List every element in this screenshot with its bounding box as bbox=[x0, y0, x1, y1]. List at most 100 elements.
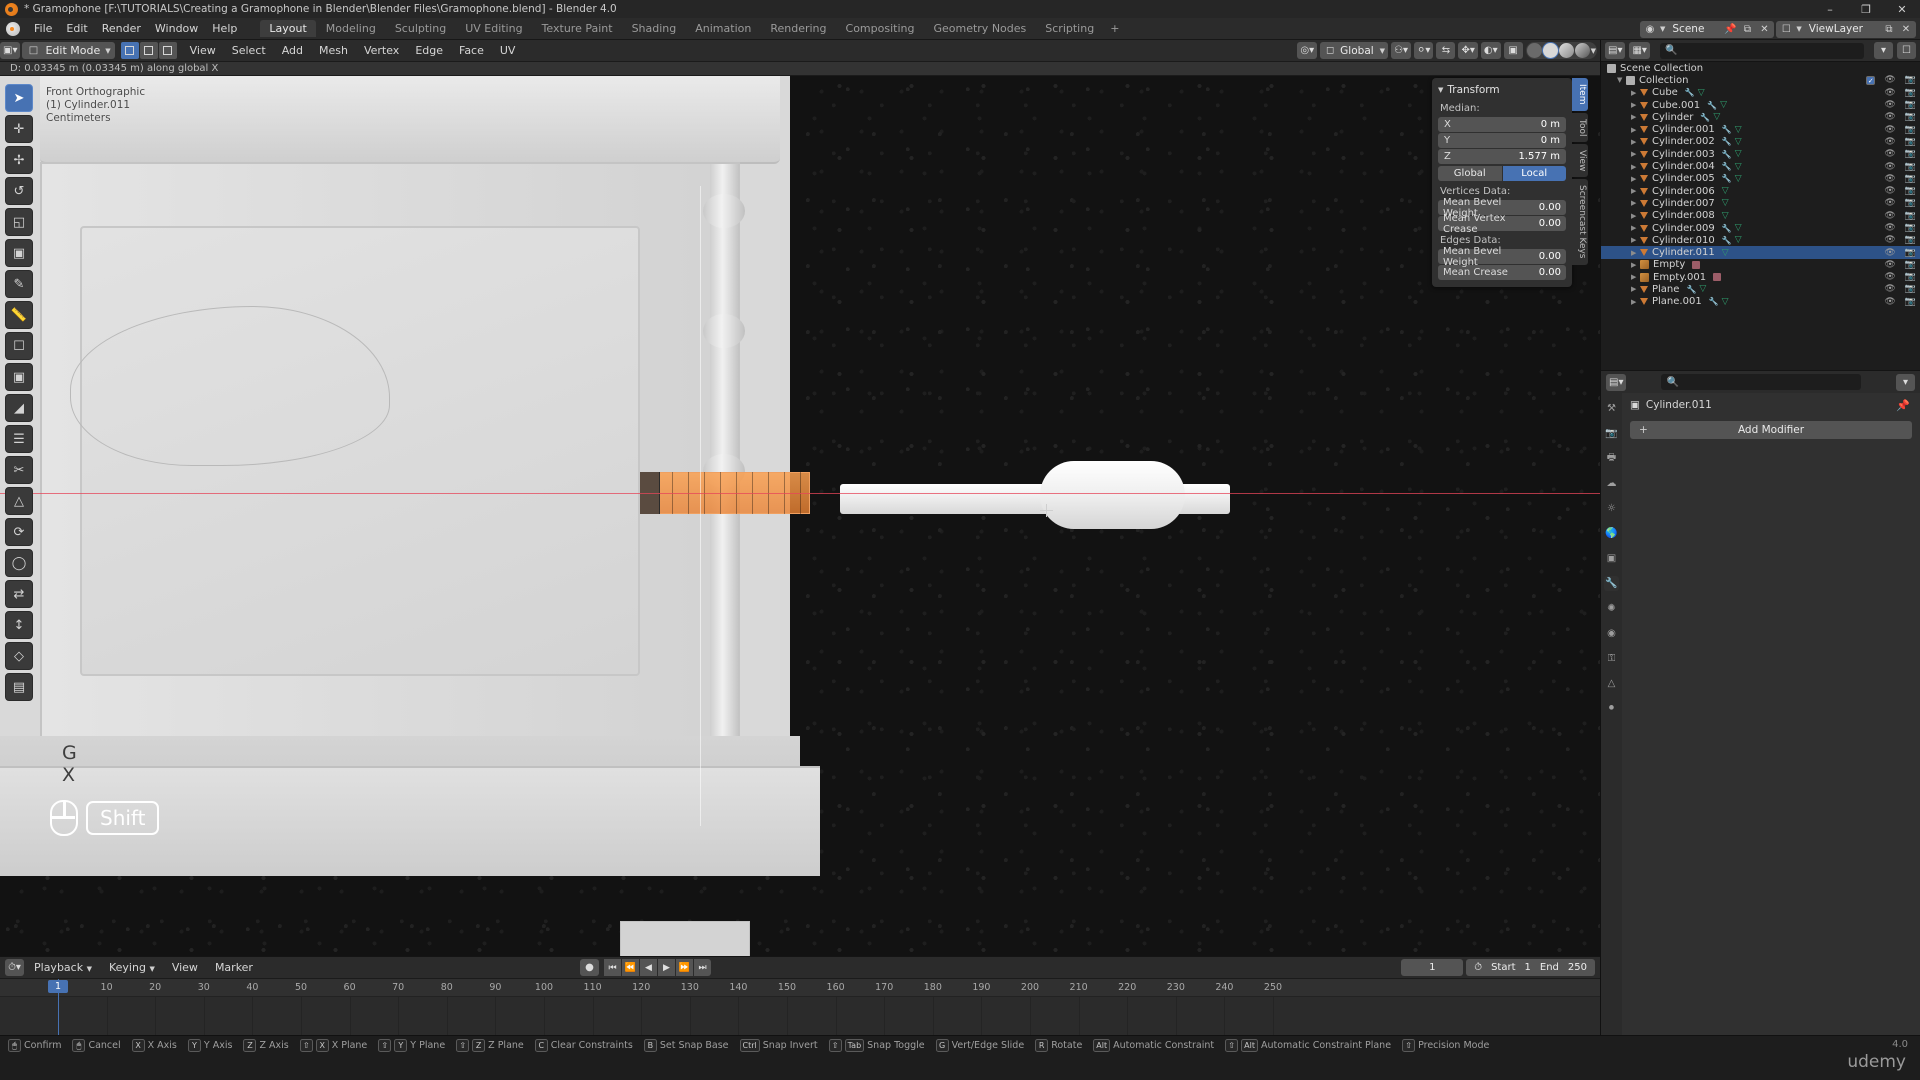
eye-icon[interactable]: 👁 bbox=[1884, 297, 1895, 307]
image-data-icon[interactable] bbox=[1692, 260, 1701, 269]
properties-tab-viewlayer[interactable]: ☁ bbox=[1604, 476, 1619, 491]
timeline-menu-keying[interactable]: Keying ▼ bbox=[102, 960, 162, 976]
tool-spin[interactable]: ⟳ bbox=[5, 518, 33, 546]
modifier-icon[interactable]: 🔧 bbox=[1722, 174, 1732, 183]
mirror-options-icon[interactable]: ⇆ bbox=[1436, 42, 1456, 59]
menu-window[interactable]: Window bbox=[148, 21, 205, 37]
blender-menu-icon[interactable] bbox=[6, 21, 20, 36]
disclosure-triangle-icon[interactable]: ▶ bbox=[1631, 285, 1640, 293]
eye-icon[interactable]: 👁 bbox=[1884, 75, 1895, 85]
tool-transform[interactable]: ▣ bbox=[5, 239, 33, 267]
workspace-tab-layout[interactable]: Layout bbox=[260, 20, 316, 37]
show-overlays-icon[interactable]: ◐▾ bbox=[1480, 42, 1501, 59]
workspace-tab-sculpting[interactable]: Sculpting bbox=[386, 20, 455, 37]
workspace-tab-modeling[interactable]: Modeling bbox=[317, 20, 385, 37]
sidebar-tab-item[interactable]: Item bbox=[1572, 78, 1588, 111]
workspace-tab-add[interactable]: + bbox=[1104, 20, 1125, 37]
properties-tab-scene[interactable]: ☼ bbox=[1604, 501, 1619, 516]
disclosure-triangle-icon[interactable]: ▶ bbox=[1631, 150, 1640, 158]
eye-icon[interactable]: 👁 bbox=[1884, 174, 1895, 184]
properties-tab-output[interactable]: 🖶 bbox=[1604, 451, 1619, 466]
mesh-data-icon[interactable]: ▽ bbox=[1735, 223, 1742, 233]
auto-keying-toggle[interactable]: ● bbox=[580, 959, 599, 976]
outliner-row[interactable]: ▶ Plane.001 🔧 ▽ 👁 📷 bbox=[1601, 296, 1920, 308]
camera-icon[interactable]: 📷 bbox=[1905, 137, 1916, 147]
disclosure-triangle-icon[interactable]: ▶ bbox=[1631, 101, 1640, 109]
camera-icon[interactable]: 📷 bbox=[1905, 235, 1916, 245]
disclosure-triangle-icon[interactable]: ▶ bbox=[1631, 236, 1640, 244]
eye-icon[interactable]: 👁 bbox=[1884, 149, 1895, 159]
modifier-icon[interactable]: 🔧 bbox=[1709, 297, 1719, 306]
modifier-icon[interactable]: 🔧 bbox=[1707, 101, 1717, 110]
viewlayer-selector[interactable]: ☐ ▼ ViewLayer ⧉ ✕ bbox=[1776, 20, 1916, 38]
tool-measure[interactable]: 📏 bbox=[5, 301, 33, 329]
play-button[interactable]: ▶ bbox=[658, 959, 675, 976]
proportional-edit-icon[interactable]: ⚪▾ bbox=[1414, 42, 1434, 59]
eye-icon[interactable]: 👁 bbox=[1884, 88, 1895, 98]
outliner-row[interactable]: ▶ Cube 🔧 ▽ 👁 📷 bbox=[1601, 87, 1920, 99]
new-viewlayer-icon[interactable]: ⧉ bbox=[1882, 22, 1896, 36]
properties-tab-data[interactable]: △ bbox=[1604, 676, 1619, 691]
mesh-data-icon[interactable]: ▽ bbox=[1735, 125, 1742, 135]
face-select-mode-button[interactable] bbox=[158, 42, 177, 59]
edge-mean-crease-field[interactable]: Mean Crease 0.00 bbox=[1438, 265, 1566, 280]
xray-toggle-icon[interactable]: ▣ bbox=[1503, 42, 1523, 59]
menu-edit[interactable]: Edit bbox=[59, 21, 94, 37]
sidebar-tab-screencast-keys[interactable]: Screencast Keys bbox=[1572, 179, 1588, 265]
outliner-search-input[interactable]: 🔍 bbox=[1659, 42, 1864, 59]
timeline-playhead[interactable]: 1 bbox=[48, 979, 68, 1036]
workspace-tab-compositing[interactable]: Compositing bbox=[837, 20, 924, 37]
disclosure-triangle-icon[interactable]: ▶ bbox=[1631, 212, 1640, 220]
workspace-tab-uv-editing[interactable]: UV Editing bbox=[456, 20, 531, 37]
viewport-menu-uv[interactable]: UV bbox=[493, 42, 523, 59]
tool-loop-cut[interactable]: ☰ bbox=[5, 425, 33, 453]
frame-range-fields[interactable]: ⏱ Start 1 End 250 bbox=[1466, 959, 1595, 976]
viewport-menu-select[interactable]: Select bbox=[225, 42, 273, 59]
tool-rip-region[interactable]: ▤ bbox=[5, 673, 33, 701]
workspace-tab-geometry-nodes[interactable]: Geometry Nodes bbox=[924, 20, 1035, 37]
outliner-row[interactable]: ▶ Cylinder.003 🔧 ▽ 👁 📷 bbox=[1601, 148, 1920, 160]
properties-tab-constraints[interactable]: ⚿ bbox=[1604, 651, 1619, 666]
camera-icon[interactable]: 📷 bbox=[1905, 162, 1916, 172]
jump-to-end-button[interactable]: ⏭ bbox=[694, 959, 711, 976]
jump-to-start-button[interactable]: ⏮ bbox=[604, 959, 621, 976]
camera-icon[interactable]: 📷 bbox=[1905, 88, 1916, 98]
shading-rendered-button[interactable] bbox=[1574, 43, 1590, 58]
properties-tab-object[interactable]: ▣ bbox=[1604, 551, 1619, 566]
eye-icon[interactable]: 👁 bbox=[1884, 100, 1895, 110]
jump-to-next-keyframe-button[interactable]: ⏩ bbox=[676, 959, 693, 976]
camera-icon[interactable]: 📷 bbox=[1905, 100, 1916, 110]
outliner-row[interactable]: ▶ Cylinder.004 🔧 ▽ 👁 📷 bbox=[1601, 160, 1920, 172]
timeline-editor-type-icon[interactable]: ⏱▾ bbox=[5, 959, 24, 976]
show-gizmo-icon[interactable]: ✥▾ bbox=[1458, 42, 1478, 59]
median-x-field[interactable]: X 0 m bbox=[1438, 117, 1566, 132]
camera-icon[interactable]: 📷 bbox=[1905, 211, 1916, 221]
mesh-data-icon[interactable]: ▽ bbox=[1735, 162, 1742, 172]
properties-tab-physics[interactable]: ◉ bbox=[1604, 626, 1619, 641]
new-scene-icon[interactable]: ⧉ bbox=[1740, 22, 1754, 36]
mesh-data-icon[interactable]: ▽ bbox=[1720, 100, 1727, 110]
menu-file[interactable]: File bbox=[27, 21, 59, 37]
camera-icon[interactable]: 📷 bbox=[1905, 186, 1916, 196]
outliner-row[interactable]: ▶ Cube.001 🔧 ▽ 👁 📷 bbox=[1601, 99, 1920, 111]
mesh-data-icon[interactable]: ▽ bbox=[1722, 198, 1729, 208]
transform-pivot-icon[interactable]: ◎▾ bbox=[1297, 42, 1318, 59]
outliner-row[interactable]: ▶ Cylinder.006 ▽ 👁 📷 bbox=[1601, 185, 1920, 197]
transform-orientation-selector[interactable]: ◻ Global ▼ bbox=[1320, 42, 1389, 59]
eye-icon[interactable]: 👁 bbox=[1884, 162, 1895, 172]
workspace-tab-shading[interactable]: Shading bbox=[623, 20, 686, 37]
chevron-down-icon[interactable]: ▼ bbox=[1591, 47, 1596, 55]
tool-scale[interactable]: ◱ bbox=[5, 208, 33, 236]
eye-icon[interactable]: 👁 bbox=[1884, 235, 1895, 245]
tool-rotate[interactable]: ↺ bbox=[5, 177, 33, 205]
mesh-data-icon[interactable]: ▽ bbox=[1699, 284, 1706, 294]
current-frame-field[interactable]: 1 bbox=[1401, 959, 1464, 976]
camera-icon[interactable]: 📷 bbox=[1905, 223, 1916, 233]
eye-icon[interactable]: 👁 bbox=[1884, 125, 1895, 135]
disclosure-triangle-icon[interactable]: ▶ bbox=[1631, 273, 1640, 281]
tool-annotate[interactable]: ✎ bbox=[5, 270, 33, 298]
camera-icon[interactable]: 📷 bbox=[1905, 284, 1916, 294]
editor-type-selector[interactable]: ▣▾ bbox=[0, 42, 21, 59]
shading-wireframe-button[interactable] bbox=[1526, 43, 1542, 58]
transform-space-local-button[interactable]: Local bbox=[1502, 166, 1566, 181]
